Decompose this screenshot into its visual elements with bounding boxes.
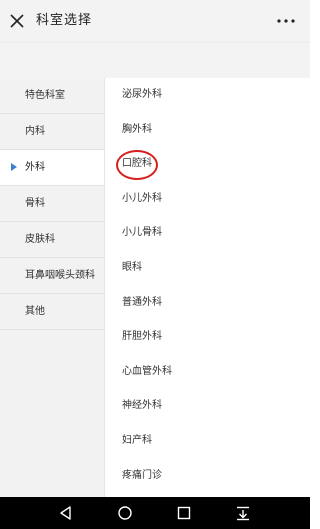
sidebar-item-label: 皮肤科 bbox=[25, 234, 55, 245]
department-label: 心血管外科 bbox=[122, 365, 172, 377]
more-icon[interactable] bbox=[276, 17, 296, 25]
sidebar-item-label: 特色科室 bbox=[25, 90, 65, 101]
department-label: 神经外科 bbox=[122, 400, 162, 412]
notification-drawer-icon[interactable] bbox=[235, 505, 251, 521]
department-item[interactable]: 妇产科 bbox=[106, 424, 310, 459]
page-title: 科室选择 bbox=[36, 13, 93, 28]
sidebar-item-surgery[interactable]: 外科 bbox=[0, 150, 104, 186]
sidebar-item-label: 骨科 bbox=[25, 198, 45, 209]
category-sidebar: 特色科室 内科 外科 骨科 皮肤科 耳鼻咽喉头颈科 其他 bbox=[0, 78, 105, 497]
recents-icon[interactable] bbox=[176, 505, 192, 521]
sidebar-item-label: 耳鼻咽喉头颈科 bbox=[25, 270, 95, 281]
department-label: 小儿骨科 bbox=[122, 227, 162, 239]
department-item[interactable]: 眼科 bbox=[106, 251, 310, 286]
department-item[interactable]: 疼痛门诊 bbox=[106, 459, 310, 494]
sidebar-item-dermatology[interactable]: 皮肤科 bbox=[0, 222, 104, 258]
active-indicator-icon bbox=[11, 163, 17, 171]
department-label: 泌尿外科 bbox=[122, 89, 162, 100]
sidebar-item-other[interactable]: 其他 bbox=[0, 294, 104, 330]
sidebar-item-featured[interactable]: 特色科室 bbox=[0, 78, 104, 114]
department-item[interactable]: 小儿骨科 bbox=[106, 216, 310, 251]
title-bar: 科室选择 bbox=[0, 0, 310, 42]
close-icon[interactable] bbox=[8, 12, 26, 30]
department-label: 妇产科 bbox=[122, 434, 152, 446]
department-item[interactable]: 肝胆外科 bbox=[106, 320, 310, 355]
department-list: 泌尿外科 胸外科 口腔科 小儿外科 小儿骨科 眼科 普通外科 肝胆外科 心血管外… bbox=[106, 78, 310, 497]
department-label: 肝胆外科 bbox=[122, 331, 162, 343]
system-nav-bar bbox=[0, 497, 310, 529]
department-item[interactable]: 心血管外科 bbox=[106, 355, 310, 390]
sidebar-item-orthopedics[interactable]: 骨科 bbox=[0, 186, 104, 222]
department-item[interactable]: 胸外科 bbox=[106, 113, 310, 148]
department-label: 小儿外科 bbox=[122, 192, 162, 204]
department-label: 口腔科 bbox=[122, 158, 152, 170]
sidebar-item-ent[interactable]: 耳鼻咽喉头颈科 bbox=[0, 258, 104, 294]
header-spacer bbox=[0, 42, 310, 79]
department-item[interactable]: 小儿外科 bbox=[106, 182, 310, 217]
department-label: 疼痛门诊 bbox=[122, 469, 162, 481]
sidebar-item-label: 内科 bbox=[25, 126, 45, 137]
department-label: 普通外科 bbox=[122, 296, 162, 308]
department-item[interactable]: 泌尿外科 bbox=[106, 78, 310, 113]
department-label: 眼科 bbox=[122, 261, 142, 273]
department-item[interactable]: 口腔科 bbox=[106, 147, 310, 182]
department-label: 胸外科 bbox=[122, 123, 152, 135]
sidebar-item-label: 其他 bbox=[25, 306, 45, 317]
home-icon[interactable] bbox=[117, 505, 133, 521]
sidebar-item-label: 外科 bbox=[25, 162, 45, 173]
department-item[interactable]: 普通外科 bbox=[106, 286, 310, 321]
department-item[interactable]: 神经外科 bbox=[106, 389, 310, 424]
back-icon[interactable] bbox=[58, 505, 74, 521]
sidebar-item-internal-medicine[interactable]: 内科 bbox=[0, 114, 104, 150]
